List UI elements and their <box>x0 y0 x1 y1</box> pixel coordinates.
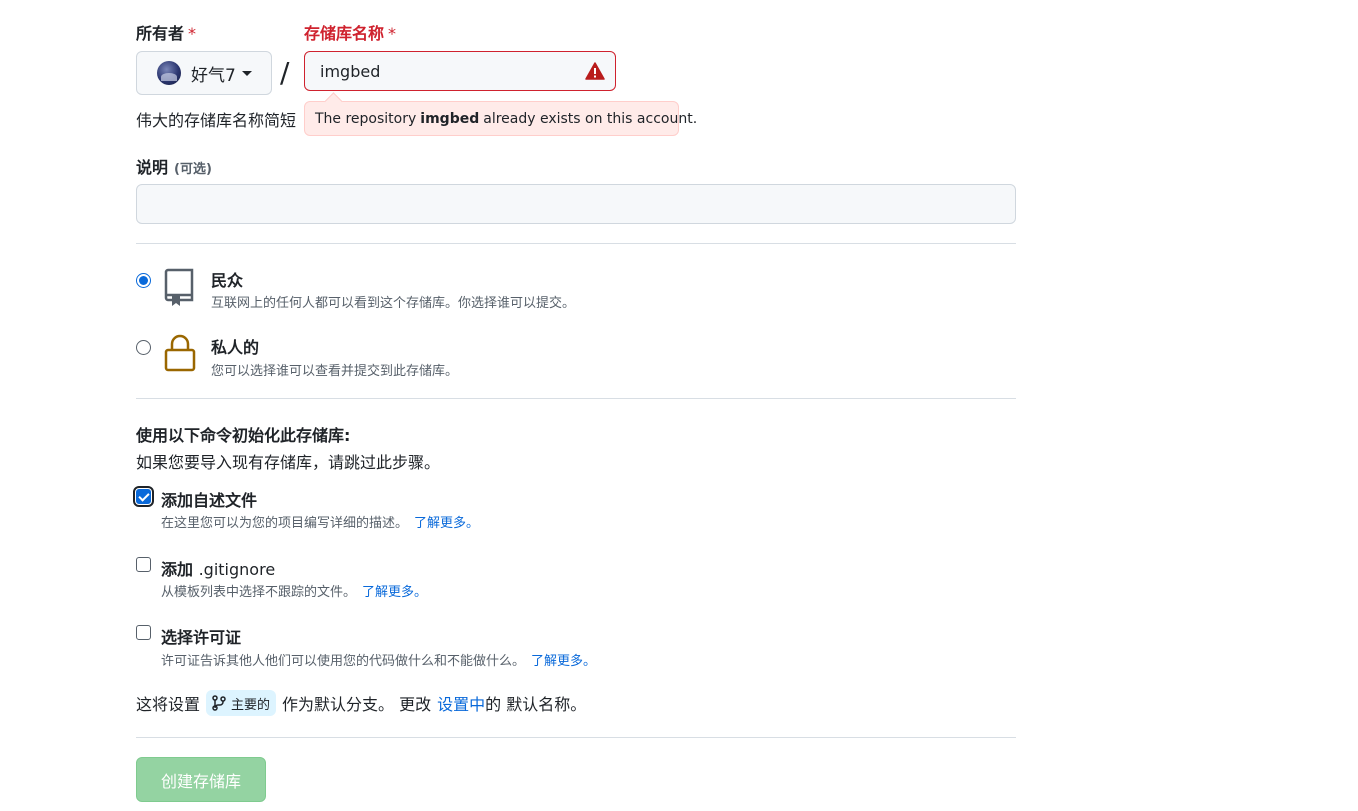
choose-license-title: 选择许可证 <box>161 628 242 647</box>
owner-label: 所有者 * <box>136 20 196 44</box>
learn-more-link[interactable]: 了解更多。 <box>362 585 427 600</box>
create-repository-button[interactable]: 创建存储库 <box>136 757 266 802</box>
learn-more-link[interactable]: 了解更多。 <box>414 516 479 531</box>
repo-name-error-tooltip: The repository imgbed already exists on … <box>304 101 697 136</box>
error-suffix: already exists on this account. <box>483 110 698 127</box>
description-label-text: 说明 <box>136 158 169 177</box>
choose-license-note-text: 许可证告诉其他人他们可以使用您的代码做什么和不能做什么。 <box>161 654 526 669</box>
settings-link[interactable]: 设置中 <box>437 691 485 715</box>
branch-name: 主要的 <box>231 697 271 713</box>
init-note: 如果您要导入现有存储库，请跳过此步骤。 <box>136 453 441 472</box>
add-readme-note: 在这里您可以为您的项目编写详细的描述。 了解更多。 <box>161 512 479 531</box>
repo-name-label-text: 存储库名称 <box>304 24 385 43</box>
owner-dropdown[interactable]: 好气7 <box>136 51 272 95</box>
owner-repo-separator: / <box>280 56 290 89</box>
git-branch-icon <box>212 695 226 711</box>
visibility-public-radio[interactable] <box>136 273 151 288</box>
repo-name-field[interactable] <box>304 51 616 91</box>
choose-license-checkbox[interactable] <box>136 625 151 640</box>
choose-license-note: 许可证告诉其他人他们可以使用您的代码做什么和不能做什么。 了解更多。 <box>161 650 596 669</box>
branch-suffix: 的 默认名称。 <box>485 695 587 714</box>
learn-more-link[interactable]: 了解更多。 <box>531 654 596 669</box>
caret-down-icon <box>241 70 252 76</box>
branch-middle: 作为默认分支。 更改 <box>282 695 432 714</box>
init-title: 使用以下命令初始化此存储库: <box>136 426 351 445</box>
divider <box>136 398 1016 399</box>
lock-icon <box>164 334 196 372</box>
visibility-private-note: 您可以选择谁可以查看并提交到此存储库。 <box>211 364 459 379</box>
add-gitignore-title: 添加 .gitignore <box>161 556 275 580</box>
add-readme-note-text: 在这里您可以为您的项目编写详细的描述。 <box>161 516 409 531</box>
add-readme-title: 添加自述文件 <box>161 491 258 510</box>
repo-name-label: 存储库名称 * <box>304 20 396 44</box>
divider <box>136 243 1016 244</box>
add-gitignore-title-plain: .gitignore <box>198 560 276 579</box>
branch-prefix: 这将设置 <box>136 695 201 714</box>
add-gitignore-note-text: 从模板列表中选择不跟踪的文件。 <box>161 585 357 600</box>
branch-name-badge: 主要的 <box>206 690 277 716</box>
visibility-public-note: 互联网上的任何人都可以看到这个存储库。你选择谁可以提交。 <box>211 296 576 311</box>
repo-name-help-text: 伟大的存储库名称简短 <box>136 111 297 130</box>
description-input[interactable] <box>136 184 1016 224</box>
add-gitignore-title-bold: 添加 <box>161 560 194 579</box>
repo-required-mark: * <box>388 24 397 43</box>
alert-triangle-icon <box>585 62 605 80</box>
description-optional: (可选) <box>174 162 212 177</box>
create-repository-form: 所有者* 好气7 / 存储库名称* 伟大的存储库名称简短 The reposit… <box>0 0 1358 811</box>
add-gitignore-note: 从模板列表中选择不跟踪的文件。 了解更多。 <box>161 581 427 600</box>
owner-required-mark: * <box>188 24 197 43</box>
default-branch-note: 这将设置 主要的 作为默认分支。 更改 设置中的 默认名称。 <box>136 690 586 716</box>
add-gitignore-checkbox[interactable] <box>136 557 151 572</box>
visibility-public-title: 民众 <box>211 271 244 290</box>
error-repo-name: imgbed <box>420 110 480 127</box>
repo-icon <box>164 268 194 306</box>
visibility-private-radio[interactable] <box>136 340 151 355</box>
divider <box>136 737 1016 738</box>
description-label: 说明 (可选) <box>136 154 212 178</box>
visibility-private-title: 私人的 <box>211 338 260 357</box>
owner-label-text: 所有者 <box>136 24 185 43</box>
error-prefix: The repository <box>315 110 417 127</box>
owner-name: 好气7 <box>191 65 236 86</box>
repo-name-input[interactable] <box>320 61 575 81</box>
avatar <box>157 61 181 85</box>
add-readme-checkbox[interactable] <box>133 486 154 507</box>
